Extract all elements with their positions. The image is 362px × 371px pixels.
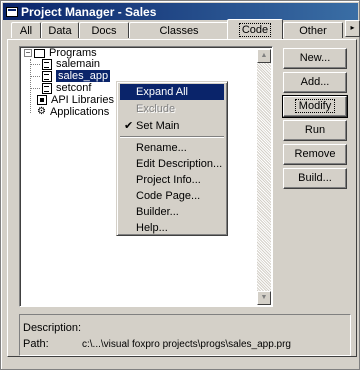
menu-item-builder[interactable]: Builder... xyxy=(120,204,224,220)
menu-separator xyxy=(120,136,224,138)
tree-node-salemain[interactable]: salemain xyxy=(42,58,100,70)
path-label: Path: xyxy=(23,338,49,350)
tab-other[interactable]: Other xyxy=(283,22,343,38)
tree-label: Applications xyxy=(49,106,110,118)
checkmark-icon: ✔ xyxy=(124,120,134,132)
library-icon xyxy=(37,95,47,105)
context-menu: Expand All Exclude ✔ Set Main Rename... … xyxy=(116,81,228,236)
window-title: Project Manager - Sales xyxy=(21,4,157,19)
tab-docs[interactable]: Docs xyxy=(79,22,129,38)
remove-button[interactable]: Remove xyxy=(283,144,347,165)
path-value: c:\...\visual foxpro projects\progs\sale… xyxy=(82,339,291,350)
run-button[interactable]: Run xyxy=(283,120,347,141)
project-manager-window: Project Manager - Sales All Data Docs Cl… xyxy=(0,0,360,370)
tree-line xyxy=(30,64,40,65)
new-button[interactable]: New... xyxy=(283,48,347,69)
title-bar[interactable]: Project Manager - Sales xyxy=(3,3,358,20)
tab-code[interactable]: Code xyxy=(227,19,283,39)
tree-node-setconf[interactable]: setconf xyxy=(42,82,91,94)
modify-button[interactable]: Modify xyxy=(282,95,348,118)
description-label: Description: xyxy=(23,322,82,334)
menu-item-code-page[interactable]: Code Page... xyxy=(120,188,224,204)
build-button[interactable]: Build... xyxy=(283,168,347,189)
add-button[interactable]: Add... xyxy=(283,72,347,93)
info-box: Description: Path: c:\...\visual foxpro … xyxy=(19,314,351,356)
arrow-icon: ▸ xyxy=(350,23,355,32)
applications-icon: ⚙ xyxy=(37,106,46,117)
collapse-icon[interactable]: − xyxy=(24,49,32,57)
tree-line xyxy=(30,76,40,77)
tree-node-applications[interactable]: ⚙ Applications xyxy=(37,106,109,118)
tree-label: setconf xyxy=(56,82,92,94)
menu-item-exclude[interactable]: Exclude xyxy=(120,101,224,117)
folder-icon xyxy=(34,48,45,58)
tab-classes[interactable]: Classes xyxy=(129,22,229,38)
tree-label: sales_app xyxy=(56,70,111,82)
tab-all[interactable]: All xyxy=(11,22,41,38)
tab-scroll-button[interactable]: ▸ xyxy=(345,20,360,37)
tree-label: API Libraries xyxy=(51,94,114,106)
tab-data[interactable]: Data xyxy=(41,22,79,38)
program-file-icon xyxy=(42,70,52,82)
tree-scrollbar[interactable]: ▲ ▼ xyxy=(257,49,271,305)
tree-node-api-libraries[interactable]: API Libraries xyxy=(37,94,114,106)
tree-label: salemain xyxy=(56,58,101,70)
menu-item-set-main[interactable]: ✔ Set Main xyxy=(120,118,224,134)
menu-item-help[interactable]: Help... xyxy=(120,220,224,236)
tree-line xyxy=(30,88,40,89)
scroll-up-button[interactable]: ▲ xyxy=(257,49,271,63)
scroll-down-button[interactable]: ▼ xyxy=(257,291,271,305)
menu-item-edit-description[interactable]: Edit Description... xyxy=(120,156,224,172)
menu-item-expand-all[interactable]: Expand All xyxy=(120,84,224,100)
tab-strip: All Data Docs Classes Code Other ▸ xyxy=(5,19,360,39)
program-file-icon xyxy=(42,58,52,70)
program-file-icon xyxy=(42,82,52,94)
project-manager-icon xyxy=(6,6,18,17)
tree-line xyxy=(30,59,31,113)
tree-node-sales-app[interactable]: sales_app xyxy=(42,70,111,82)
menu-item-project-info[interactable]: Project Info... xyxy=(120,172,224,188)
menu-item-rename[interactable]: Rename... xyxy=(120,140,224,156)
